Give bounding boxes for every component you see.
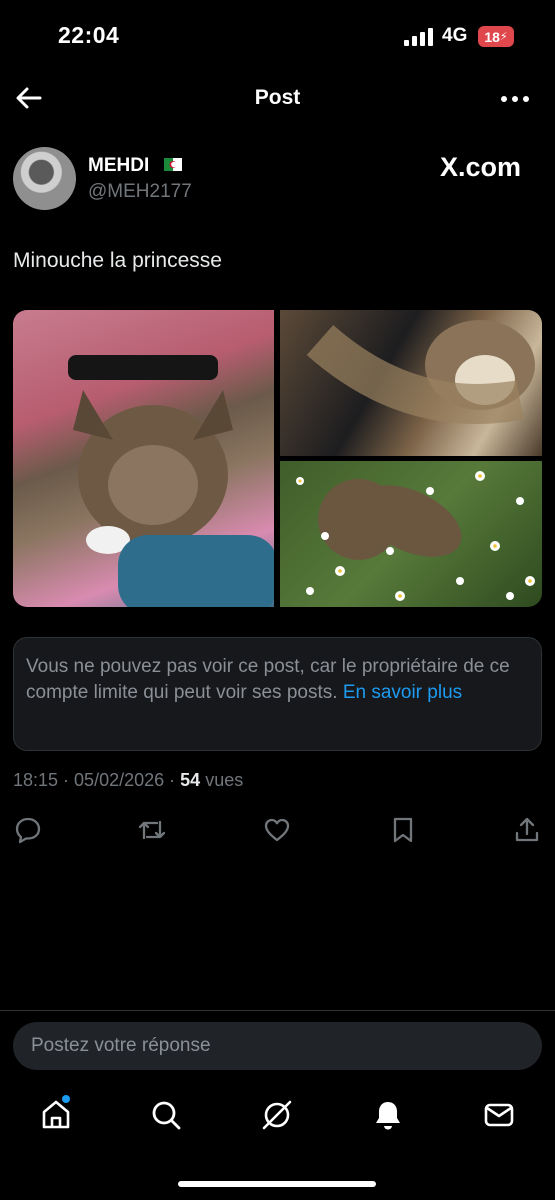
post-time: 18:15: [13, 770, 59, 790]
home-badge-dot: [62, 1095, 70, 1103]
restricted-notice: Vous ne pouvez pas voir ce post, car le …: [13, 637, 542, 751]
reply-placeholder: Postez votre réponse: [31, 1035, 211, 1056]
author-handle[interactable]: @MEH2177: [88, 181, 192, 203]
charging-bolt-icon: ⚡: [499, 31, 508, 43]
grok-icon[interactable]: [260, 1098, 294, 1132]
page-title: Post: [254, 86, 301, 109]
share-icon[interactable]: [513, 816, 541, 844]
signal-icon: [404, 28, 434, 46]
repost-icon[interactable]: [138, 816, 166, 844]
more-options-icon[interactable]: [500, 94, 530, 104]
divider: [0, 1010, 555, 1011]
heart-icon[interactable]: [263, 816, 291, 844]
post-date: 05/02/2026: [74, 770, 165, 790]
network-type: 4G: [442, 25, 468, 46]
cat-photo-3[interactable]: [280, 461, 542, 607]
battery-level: 18: [484, 28, 500, 45]
media-grid[interactable]: [13, 310, 542, 607]
search-icon[interactable]: [149, 1098, 183, 1132]
views-label: vues: [205, 770, 244, 790]
algeria-flag-icon: [164, 158, 182, 171]
post-meta: 18:15 · 05/02/2026 · 54 vues: [13, 770, 244, 790]
battery-icon: 18 ⚡: [478, 26, 514, 47]
home-indicator: [178, 1181, 376, 1187]
views-count: 54: [180, 770, 201, 790]
reply-icon[interactable]: [14, 816, 42, 844]
cat-photo-1[interactable]: [13, 310, 274, 607]
bookmark-icon[interactable]: [389, 816, 417, 844]
author-name[interactable]: MEHDI: [88, 155, 149, 177]
avatar[interactable]: [13, 147, 76, 210]
source-label: X.com: [440, 152, 522, 182]
cat-photo-2[interactable]: [280, 310, 542, 456]
learn-more-link[interactable]: En savoir plus: [343, 682, 462, 703]
reply-input[interactable]: Postez votre réponse: [13, 1022, 542, 1070]
home-icon[interactable]: [39, 1098, 73, 1132]
post-text: Minouche la princesse: [13, 249, 222, 272]
status-time: 22:04: [58, 22, 120, 48]
messages-icon[interactable]: [482, 1098, 516, 1132]
notifications-icon[interactable]: [371, 1098, 405, 1132]
